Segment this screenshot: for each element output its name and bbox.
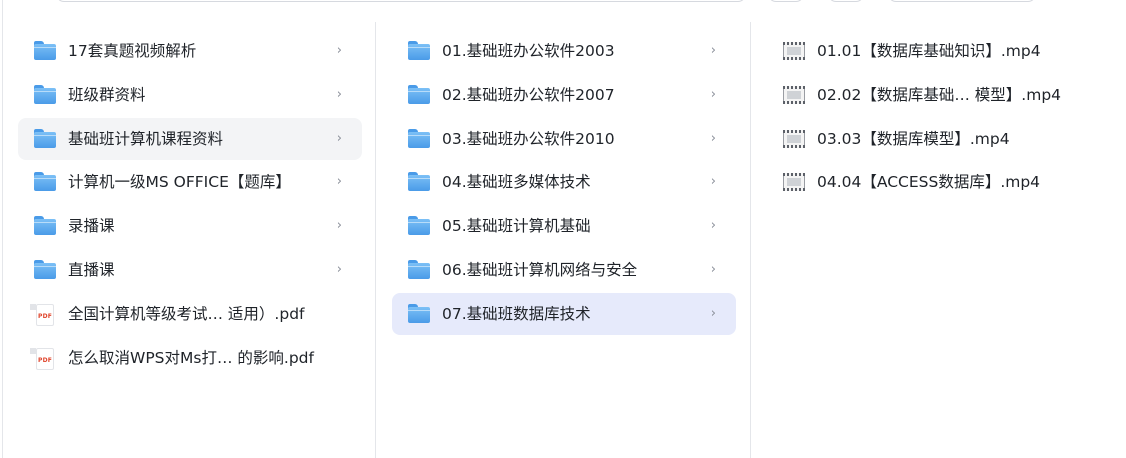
- file-item[interactable]: 01.01【数据库基础知识】.mp4: [767, 30, 1111, 72]
- chevron-right-icon: ›: [710, 305, 716, 321]
- folder-item[interactable]: 17套真题视频解析 ›: [18, 30, 362, 72]
- folder-item[interactable]: 06.基础班计算机网络与安全 ›: [392, 249, 736, 291]
- folder-icon: [408, 84, 430, 105]
- item-label: 04.04【ACCESS数据库】.mp4: [817, 173, 1041, 192]
- item-label: 录播课: [68, 217, 115, 236]
- folder-item[interactable]: 02.基础班办公软件2007 ›: [392, 74, 736, 116]
- folder-item[interactable]: 录播课 ›: [18, 205, 362, 247]
- item-label: 班级群资料: [68, 85, 146, 104]
- item-label: 01.基础班办公软件2003: [442, 42, 615, 60]
- folder-icon: [408, 128, 430, 149]
- item-label: 02.基础班办公软件2007: [442, 85, 615, 104]
- item-label: 04.基础班多媒体技术: [442, 173, 591, 192]
- folder-icon: [34, 128, 56, 149]
- folder-icon: [408, 172, 430, 192]
- folder-icon: [34, 260, 56, 280]
- chevron-right-icon: ›: [336, 86, 342, 102]
- column-course-materials: 01.基础班办公软件2003 › 02.基础班办公软件2007 › 03.基础班办公软件…: [377, 22, 751, 458]
- item-label: 直播课: [68, 261, 115, 279]
- item-label: 怎么取消WPS对Ms打… 的影响.pdf: [68, 348, 314, 367]
- item-label: 全国计算机等级考试… 适用）.pdf: [68, 304, 305, 323]
- toolbar-button-edge[interactable]: [768, 0, 804, 2]
- folder-item[interactable]: 基础班计算机课程资料 ›: [18, 117, 362, 160]
- folder-icon: [34, 41, 56, 61]
- folder-item[interactable]: 班级群资料 ›: [18, 74, 362, 116]
- file-item[interactable]: PDF 全国计算机等级考试… 适用）.pdf: [18, 293, 362, 335]
- item-label: 计算机一级MS OFFICE【题库】: [68, 173, 291, 192]
- file-item[interactable]: 04.04【ACCESS数据库】.mp4: [767, 161, 1111, 203]
- item-label: 05.基础班计算机基础: [442, 217, 591, 236]
- item-label: 02.02【数据库基础… 模型】.mp4: [817, 85, 1062, 104]
- folder-icon: [34, 84, 56, 105]
- search-bar-edge[interactable]: [56, 0, 746, 2]
- folder-item[interactable]: 直播课 ›: [18, 249, 362, 291]
- video-file-icon: [783, 172, 805, 192]
- folder-icon: [408, 303, 430, 324]
- item-label: 基础班计算机课程资料: [68, 129, 224, 148]
- chevron-right-icon: ›: [710, 218, 716, 234]
- item-label: 03.03【数据库模型】.mp4: [817, 129, 1010, 148]
- item-label: 01.01【数据库基础知识】.mp4: [817, 42, 1041, 60]
- folder-item[interactable]: 05.基础班计算机基础 ›: [392, 205, 736, 247]
- chevron-right-icon: ›: [336, 130, 342, 146]
- video-file-icon: [783, 85, 805, 105]
- folder-icon: [34, 172, 56, 192]
- chevron-right-icon: ›: [710, 43, 716, 58]
- folder-icon: [408, 41, 430, 61]
- folder-item[interactable]: 04.基础班多媒体技术 ›: [392, 161, 736, 203]
- video-file-icon: [783, 129, 805, 149]
- folder-item[interactable]: 01.基础班办公软件2003 ›: [392, 30, 736, 72]
- folder-item[interactable]: 计算机一级MS OFFICE【题库】 ›: [18, 161, 362, 203]
- file-item[interactable]: PDF 怎么取消WPS对Ms打… 的影响.pdf: [18, 337, 362, 379]
- chevron-right-icon: ›: [710, 130, 716, 146]
- item-label: 17套真题视频解析: [68, 42, 197, 60]
- column-root: 17套真题视频解析 › 班级群资料 › 基础班计算机课程资料 › 计算机一级MS OFFIC…: [2, 0, 376, 458]
- chevron-right-icon: ›: [710, 262, 716, 277]
- item-label: 03.基础班办公软件2010: [442, 129, 615, 148]
- chevron-right-icon: ›: [336, 262, 342, 277]
- folder-icon: [408, 260, 430, 280]
- pdf-icon: PDF: [30, 347, 56, 370]
- chevron-right-icon: ›: [710, 174, 716, 190]
- item-label: 06.基础班计算机网络与安全: [442, 261, 638, 279]
- toolbar-remnant: [0, 0, 1126, 4]
- folder-item[interactable]: 03.基础班办公软件2010 ›: [392, 118, 736, 160]
- chevron-right-icon: ›: [336, 43, 342, 58]
- folder-icon: [34, 216, 56, 236]
- file-item[interactable]: 03.03【数据库模型】.mp4: [767, 118, 1111, 160]
- chevron-right-icon: ›: [336, 218, 342, 234]
- toolbar-button-edge[interactable]: [888, 0, 1036, 2]
- chevron-right-icon: ›: [336, 174, 342, 190]
- chevron-right-icon: ›: [710, 86, 716, 102]
- file-item[interactable]: 02.02【数据库基础… 模型】.mp4: [767, 74, 1111, 116]
- video-file-icon: [783, 41, 805, 61]
- folder-icon: [408, 216, 430, 236]
- item-label: 07.基础班数据库技术: [442, 304, 591, 323]
- column-database-tech: 01.01【数据库基础知识】.mp4 02.02【数据库基础… 模型】.mp4 03…: [752, 22, 1126, 458]
- pdf-icon: PDF: [30, 303, 56, 326]
- toolbar-button-edge[interactable]: [828, 0, 864, 2]
- folder-item[interactable]: 07.基础班数据库技术 ›: [392, 292, 736, 335]
